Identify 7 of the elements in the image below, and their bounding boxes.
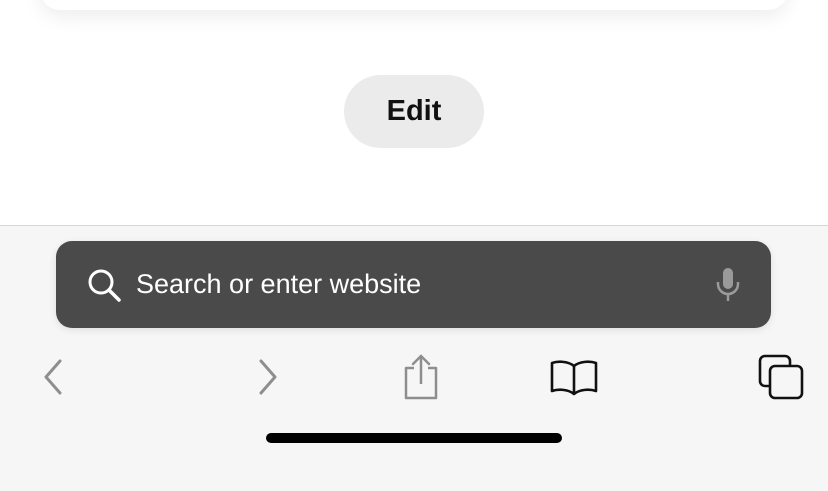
search-icon — [86, 266, 122, 302]
microphone-icon[interactable] — [715, 266, 741, 302]
tabs-icon[interactable] — [758, 354, 804, 400]
address-bar[interactable]: Search or enter website — [56, 241, 771, 328]
edit-button[interactable]: Edit — [344, 75, 484, 148]
search-input: Search or enter website — [134, 268, 703, 301]
book-icon[interactable] — [550, 358, 598, 396]
